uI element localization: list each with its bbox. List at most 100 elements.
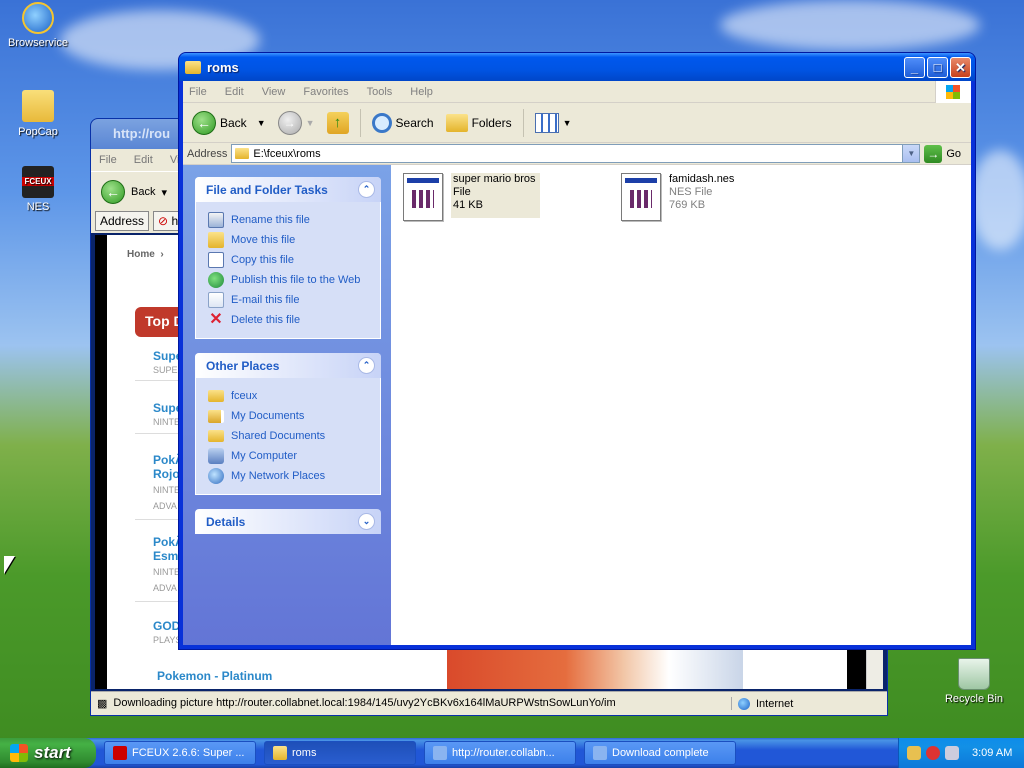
place-my-computer[interactable]: My Computer	[208, 446, 368, 466]
game-platform: NINTE	[153, 417, 180, 427]
rename-file-link[interactable]: Rename this file	[208, 210, 368, 230]
menu-file[interactable]: File	[189, 86, 207, 98]
folder-icon	[273, 746, 287, 760]
menu-edit[interactable]: Edit	[225, 86, 244, 98]
start-label: start	[34, 743, 71, 762]
browser-back-button[interactable]: ← Back ▾	[101, 180, 167, 204]
place-fceux[interactable]: fceux	[208, 386, 368, 406]
security-alert-icon[interactable]	[926, 746, 940, 760]
folders-icon	[445, 113, 468, 132]
featured-game-link[interactable]: Pokemon - Platinum	[157, 669, 272, 683]
up-folder-button[interactable]: ↑	[324, 110, 352, 136]
views-icon	[534, 112, 559, 133]
email-file-link[interactable]: E-mail this file	[208, 290, 368, 310]
expand-icon[interactable]: ⌄	[358, 513, 375, 530]
file-info: famidash.nes NES File 769 KB	[669, 173, 734, 212]
network-tray-icon[interactable]	[907, 746, 921, 760]
copy-icon	[208, 252, 224, 268]
views-button[interactable]: ▼	[532, 111, 575, 135]
menu-tools[interactable]: Tools	[367, 86, 393, 98]
address-input[interactable]: E:\fceux\roms ▼	[231, 144, 921, 163]
collapse-icon[interactable]: ⌃	[358, 181, 375, 198]
chevron-down-icon[interactable]: ▼	[257, 118, 266, 128]
place-label: fceux	[231, 390, 258, 402]
internet-explorer-icon	[22, 2, 54, 34]
move-icon	[208, 232, 224, 248]
system-tray: 3:09 AM	[898, 738, 1024, 768]
chevron-down-icon: ▼	[562, 117, 572, 128]
go-button[interactable]: → Go	[924, 144, 967, 163]
address-value: E:\fceux\roms	[253, 147, 321, 160]
game-link[interactable]: Rojo	[153, 467, 180, 481]
other-places-panel: Other Places ⌃ fceux My Documents Shared…	[195, 353, 381, 495]
place-my-documents[interactable]: My Documents	[208, 406, 368, 426]
minimize-button[interactable]: _	[904, 56, 925, 78]
volume-icon[interactable]	[945, 746, 959, 760]
place-shared-documents[interactable]: Shared Documents	[208, 426, 368, 446]
menu-edit[interactable]: Edit	[134, 154, 153, 166]
explorer-window[interactable]: roms _ □ ✕ File Edit View Favorites Tool…	[178, 52, 976, 650]
address-dropdown-button[interactable]: ▼	[902, 145, 920, 162]
menu-file[interactable]: File	[99, 154, 117, 166]
breadcrumb[interactable]: Home ›	[127, 249, 164, 260]
copy-file-link[interactable]: Copy this file	[208, 250, 368, 270]
menu-help[interactable]: Help	[410, 86, 433, 98]
file-item[interactable]: super mario bros File 41 KB	[403, 173, 540, 221]
taskbar-button-label: Download complete	[612, 747, 709, 759]
game-platform: ADVA	[153, 501, 177, 511]
application-file-icon	[403, 173, 443, 221]
folders-button[interactable]: Folders	[443, 112, 515, 134]
search-button[interactable]: Search	[369, 111, 437, 135]
publish-file-link[interactable]: Publish this file to the Web	[208, 270, 368, 290]
explorer-title-bar[interactable]: roms _ □ ✕	[179, 53, 975, 81]
taskbar-button-label: http://router.collabn...	[452, 747, 555, 759]
recycle-bin-icon	[958, 658, 990, 690]
desktop-icon-browservice[interactable]: Browservice	[0, 2, 76, 49]
taskbar-button-browser[interactable]: http://router.collabn...	[424, 741, 576, 765]
address-bar: Address E:\fceux\roms ▼ → Go	[183, 143, 971, 165]
documents-icon	[208, 409, 224, 423]
file-list[interactable]: super mario bros File 41 KB famidash.nes…	[391, 165, 971, 645]
desktop-icon-label: NES	[26, 201, 50, 213]
forward-button[interactable]: → ▼	[275, 109, 318, 137]
maximize-button[interactable]: □	[927, 56, 948, 78]
taskbar-button-fceux[interactable]: FCEUX 2.6.6: Super ...	[104, 741, 256, 765]
details-header[interactable]: Details ⌄	[195, 509, 381, 534]
folder-icon	[235, 148, 250, 159]
move-file-link[interactable]: Move this file	[208, 230, 368, 250]
fceux-icon	[113, 746, 127, 760]
file-size: 769 KB	[669, 199, 706, 211]
desktop-icon-nes[interactable]: NES	[0, 166, 76, 213]
back-button[interactable]: ← Back ▼	[189, 109, 269, 137]
desktop-icon-popcap[interactable]: PopCap	[0, 86, 76, 138]
blocked-icon: ⊘	[158, 214, 169, 228]
status-bar: ▩ Downloading picture http://router.coll…	[91, 691, 887, 715]
place-my-network-places[interactable]: My Network Places	[208, 466, 368, 486]
menu-view[interactable]: View	[262, 86, 286, 98]
task-label: Move this file	[231, 234, 296, 246]
file-item[interactable]: famidash.nes NES File 769 KB	[621, 173, 734, 221]
taskbar-button-roms[interactable]: roms	[264, 741, 416, 765]
clock[interactable]: 3:09 AM	[972, 747, 1012, 759]
search-label: Search	[395, 115, 434, 130]
chevron-down-icon[interactable]: ▼	[306, 118, 315, 128]
window-title: roms	[207, 59, 239, 75]
game-platform: NINTE	[153, 485, 180, 495]
forward-arrow-icon: →	[277, 110, 302, 135]
chevron-down-icon: ▾	[161, 186, 167, 199]
file-tasks-header[interactable]: File and Folder Tasks ⌃	[195, 177, 381, 202]
collapse-icon[interactable]: ⌃	[358, 357, 375, 374]
explorer-body: File Edit View Favorites Tools Help ← Ba…	[183, 81, 971, 645]
delete-file-link[interactable]: ✕ Delete this file	[208, 310, 368, 330]
application-file-icon	[621, 173, 661, 221]
taskbar-button-download[interactable]: Download complete	[584, 741, 736, 765]
menu-favorites[interactable]: Favorites	[303, 86, 348, 98]
desktop-icon-recycle-bin[interactable]: Recycle Bin	[936, 658, 1012, 705]
start-button[interactable]: start	[0, 738, 96, 768]
close-button[interactable]: ✕	[950, 56, 971, 78]
file-size: 41 KB	[453, 199, 483, 211]
browser-icon	[433, 746, 447, 760]
place-label: My Network Places	[231, 470, 326, 482]
game-link[interactable]: GOD	[153, 619, 180, 633]
other-places-header[interactable]: Other Places ⌃	[195, 353, 381, 378]
